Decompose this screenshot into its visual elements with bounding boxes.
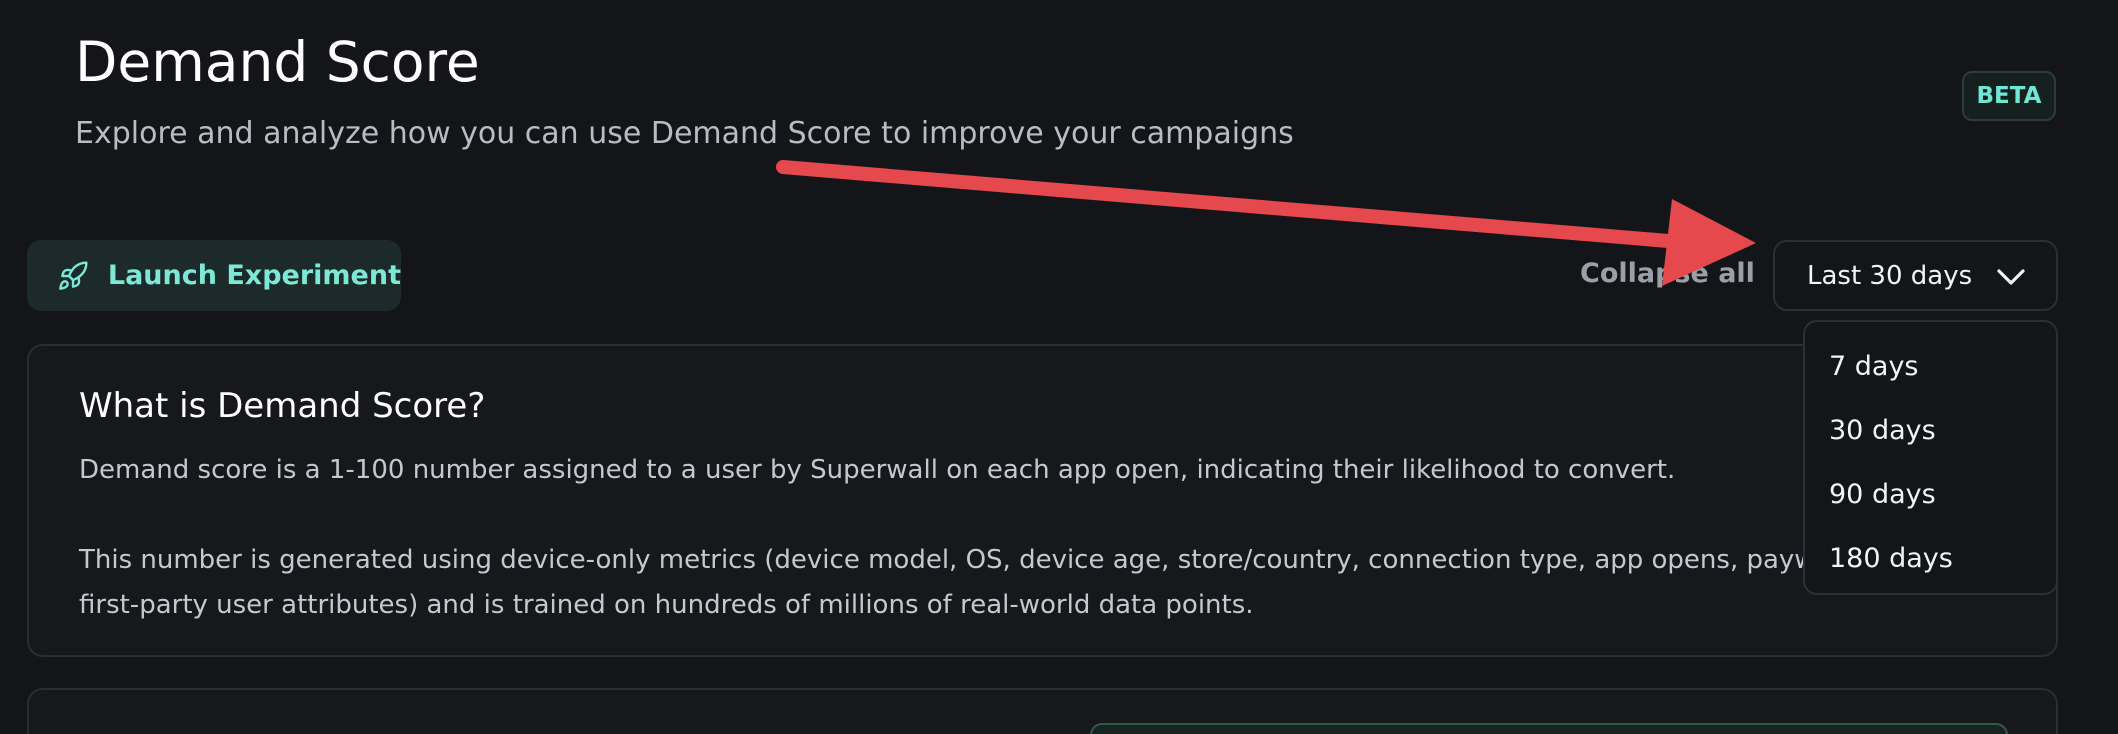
- range-option-30-days[interactable]: 30 days: [1805, 398, 2056, 462]
- page-title: Demand Score: [75, 30, 480, 94]
- card-paragraph-2: This number is generated using device-on…: [79, 538, 1832, 628]
- annotation-arrow-shaft: [776, 160, 1687, 249]
- launch-experiment-label: Launch Experiment: [107, 260, 401, 291]
- next-section-panel: [1090, 723, 2008, 734]
- range-option-7-days[interactable]: 7 days: [1805, 334, 2056, 398]
- date-range-select[interactable]: Last 30 days: [1773, 240, 2058, 311]
- rocket-icon: [57, 259, 90, 293]
- beta-badge: BETA: [1962, 71, 2056, 121]
- chevron-down-icon: [1997, 269, 2025, 285]
- range-option-180-days[interactable]: 180 days: [1805, 526, 2056, 590]
- card-paragraph-2-line-1: This number is generated using device-on…: [79, 545, 1832, 575]
- date-range-menu: 7 days 30 days 90 days 180 days: [1803, 320, 2058, 595]
- card-paragraph-1: Demand score is a 1-100 number assigned …: [79, 455, 1676, 485]
- launch-experiment-button[interactable]: Launch Experiment: [27, 240, 401, 311]
- what-is-demand-score-card: What is Demand Score? Demand score is a …: [27, 344, 2058, 657]
- date-range-value: Last 30 days: [1807, 260, 1973, 291]
- page-subtitle: Explore and analyze how you can use Dema…: [75, 116, 1294, 151]
- demand-score-page: Demand Score Explore and analyze how you…: [0, 0, 2118, 734]
- range-option-90-days[interactable]: 90 days: [1805, 462, 2056, 526]
- collapse-all-button[interactable]: Collapse all: [1580, 258, 1755, 289]
- card-heading: What is Demand Score?: [79, 386, 486, 426]
- card-paragraph-2-line-2: first-party user attributes) and is trai…: [79, 590, 1254, 620]
